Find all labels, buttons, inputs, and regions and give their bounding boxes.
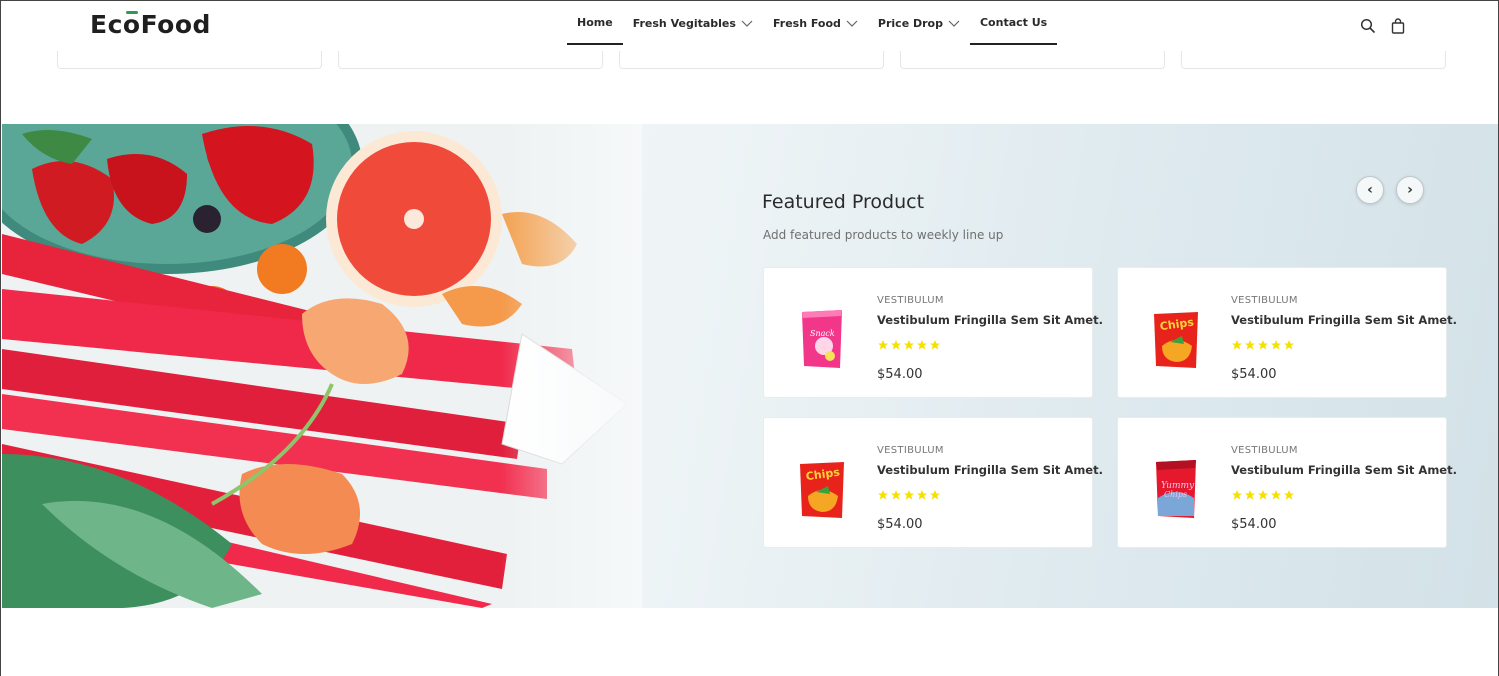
star-icon xyxy=(1283,486,1295,500)
fruit-still-life-image xyxy=(2,124,642,608)
star-icon xyxy=(1270,486,1282,500)
product-card[interactable]: Yummy Chips VESTIBULUM Vestibulum Fringi… xyxy=(1117,417,1457,548)
nav-item-home[interactable]: Home xyxy=(567,1,623,45)
featured-product-title: Featured Product xyxy=(762,191,925,213)
product-price: $54.00 xyxy=(877,367,923,382)
product-rating xyxy=(877,336,941,350)
star-icon xyxy=(1257,336,1269,350)
red-chips-bag-icon: Chips xyxy=(800,462,844,518)
star-icon xyxy=(890,486,902,500)
product-card[interactable]: Chips VESTIBULUM Vestibulum Fringilla Se… xyxy=(1117,267,1457,398)
product-rating xyxy=(1231,486,1295,500)
svg-text:Chips: Chips xyxy=(1164,490,1187,499)
nav-label: Fresh Food xyxy=(772,16,841,30)
product-category: VESTIBULUM xyxy=(1231,445,1298,456)
product-card[interactable]: Chips VESTIBULUM Vestibulum Fringilla Se… xyxy=(763,417,1103,548)
nav-item-fresh-vegitables[interactable]: Fresh Vegitables xyxy=(623,1,763,45)
svg-text:Snack: Snack xyxy=(810,329,835,338)
logo-text: Food xyxy=(140,10,211,39)
chevron-down-icon xyxy=(846,18,858,28)
product-category: VESTIBULUM xyxy=(1231,295,1298,306)
star-icon xyxy=(1257,486,1269,500)
star-icon xyxy=(903,336,915,350)
site-header: EcoFood Home Fresh Vegitables Fresh Food… xyxy=(1,1,1498,51)
product-name[interactable]: Vestibulum Fringilla Sem Sit Amet. xyxy=(1231,463,1457,477)
nav-item-contact-us[interactable]: Contact Us xyxy=(969,1,1058,45)
star-icon xyxy=(916,486,928,500)
nav-label: Home xyxy=(577,15,613,29)
star-icon xyxy=(929,336,941,350)
star-icon xyxy=(903,486,915,500)
product-price: $54.00 xyxy=(1231,517,1277,532)
nav-item-fresh-food[interactable]: Fresh Food xyxy=(763,1,868,45)
search-icon[interactable] xyxy=(1360,18,1376,34)
star-icon xyxy=(877,486,889,500)
nav-item-price-drop[interactable]: Price Drop xyxy=(868,1,970,45)
product-category: VESTIBULUM xyxy=(877,445,944,456)
main-nav: Home Fresh Vegitables Fresh Food Price D… xyxy=(567,1,1058,45)
chevron-right-icon: › xyxy=(1407,182,1413,198)
carousel-prev-button[interactable]: ‹ xyxy=(1356,176,1384,204)
chevron-down-icon xyxy=(948,18,960,28)
yummy-chips-bag-icon: Yummy Chips xyxy=(1156,460,1196,518)
featured-product-subtitle: Add featured products to weekly line up xyxy=(763,228,1004,242)
product-price: $54.00 xyxy=(877,517,923,532)
logo-text: Ec xyxy=(90,10,123,39)
chevron-left-icon: ‹ xyxy=(1367,182,1373,198)
star-icon xyxy=(1244,336,1256,350)
product-category: VESTIBULUM xyxy=(877,295,944,306)
product-card[interactable]: Snack VESTIBULUM Vestibulum Fringilla Se… xyxy=(763,267,1103,398)
site-logo[interactable]: EcoFood xyxy=(90,10,211,39)
page: EcoFood Home Fresh Vegitables Fresh Food… xyxy=(0,0,1499,676)
star-icon xyxy=(1231,486,1243,500)
featured-product-banner: Featured Product Add featured products t… xyxy=(2,124,1498,608)
logo-accent-letter: o xyxy=(122,10,141,39)
star-icon xyxy=(1231,336,1243,350)
nav-label: Contact Us xyxy=(979,15,1048,29)
product-name[interactable]: Vestibulum Fringilla Sem Sit Amet. xyxy=(1231,313,1457,327)
star-icon xyxy=(916,336,928,350)
star-icon xyxy=(1244,486,1256,500)
nav-label: Fresh Vegitables xyxy=(632,16,736,30)
star-icon xyxy=(1270,336,1282,350)
product-name[interactable]: Vestibulum Fringilla Sem Sit Amet. xyxy=(877,463,1103,477)
nav-label: Price Drop xyxy=(877,16,943,30)
star-icon xyxy=(929,486,941,500)
star-icon xyxy=(877,336,889,350)
carousel-next-button[interactable]: › xyxy=(1396,176,1424,204)
star-icon xyxy=(890,336,902,350)
star-icon xyxy=(1283,336,1295,350)
chevron-down-icon xyxy=(741,18,753,28)
product-rating xyxy=(1231,336,1295,350)
product-rating xyxy=(877,486,941,500)
product-price: $54.00 xyxy=(1231,367,1277,382)
shopping-bag-icon[interactable] xyxy=(1390,18,1406,34)
pink-chips-bag-icon: Snack xyxy=(802,310,842,368)
header-actions xyxy=(1360,18,1406,34)
red-chips-bag-icon: Chips xyxy=(1154,312,1198,368)
product-name[interactable]: Vestibulum Fringilla Sem Sit Amet. xyxy=(877,313,1103,327)
